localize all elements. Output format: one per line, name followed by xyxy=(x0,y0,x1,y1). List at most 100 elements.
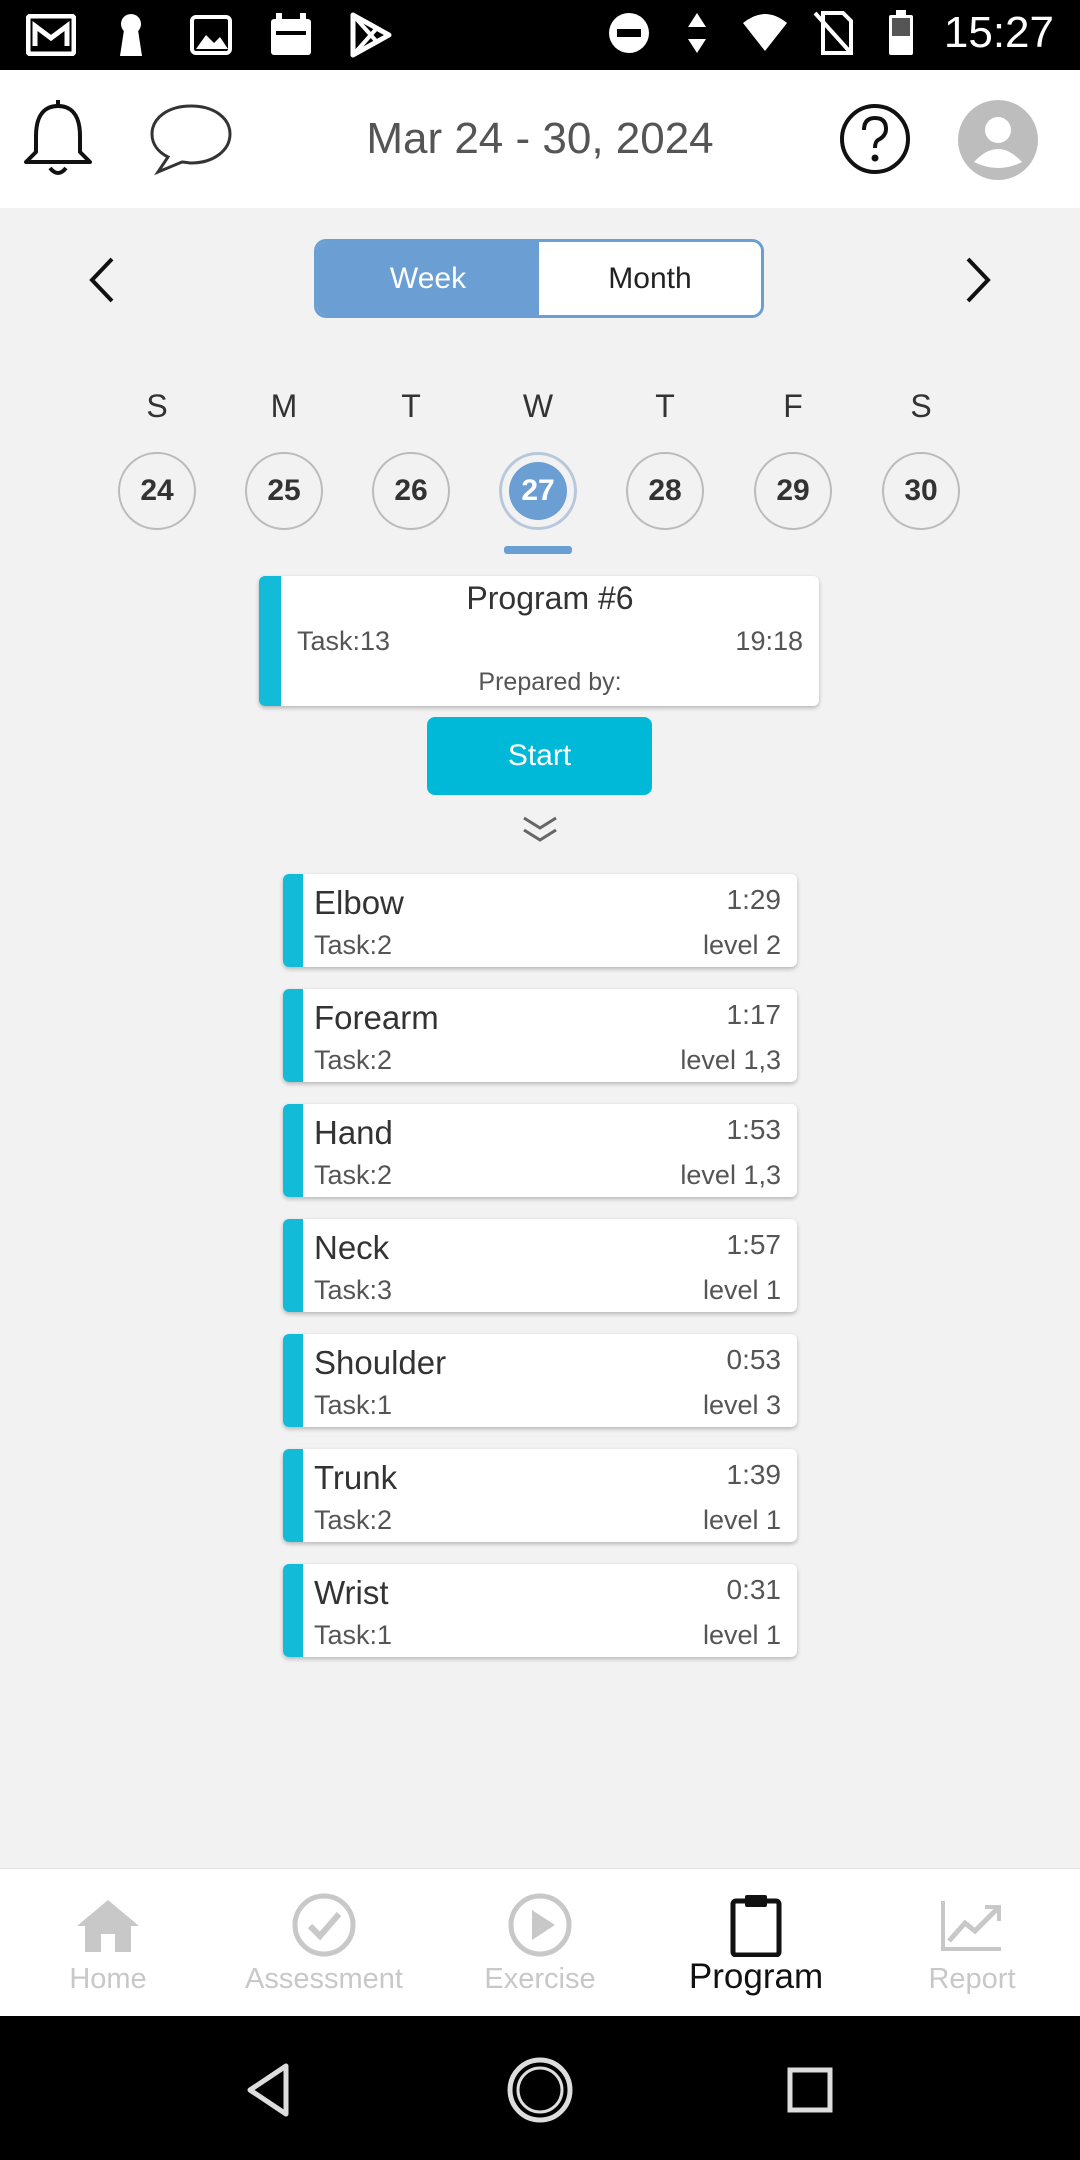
task-stripe xyxy=(283,1104,303,1197)
task-count: Task:1 xyxy=(314,1620,393,1650)
day-button[interactable]: 26 xyxy=(372,452,450,530)
keyhole-icon xyxy=(106,12,156,58)
calendar-icon xyxy=(266,12,316,58)
task-time: 1:29 xyxy=(726,884,782,915)
recents-icon[interactable] xyxy=(774,2054,846,2126)
nav-program[interactable]: Program xyxy=(648,1869,864,2017)
nav-label: Home xyxy=(69,1963,147,1995)
task-name: Forearm xyxy=(314,999,439,1036)
task-item[interactable]: Wrist 0:31 Task:1 level 1 xyxy=(283,1564,797,1657)
task-level: level 1,3 xyxy=(680,1160,781,1190)
program-card[interactable]: Program #6 Task:13 19:18 Prepared by: xyxy=(259,576,819,706)
task-count: Task:1 xyxy=(314,1390,393,1420)
status-right-icons: 15:27 xyxy=(604,8,1054,58)
task-item[interactable]: Hand 1:53 Task:2 level 1,3 xyxy=(283,1104,797,1197)
task-stripe xyxy=(283,1564,303,1657)
task-stripe xyxy=(283,1334,303,1427)
task-count: Task:2 xyxy=(314,930,393,960)
task-name: Wrist xyxy=(314,1574,389,1611)
play-circle-icon xyxy=(432,1891,648,1959)
month-tab[interactable]: Month xyxy=(539,242,761,315)
program-duration: 19:18 xyxy=(735,626,803,656)
nav-assessment[interactable]: Assessment xyxy=(216,1869,432,2017)
task-level: level 1 xyxy=(702,1620,781,1650)
wifi-icon xyxy=(740,10,790,56)
task-name: Elbow xyxy=(314,884,404,921)
task-name: Trunk xyxy=(314,1459,398,1496)
day-letter: S xyxy=(146,388,168,424)
day-button[interactable]: 25 xyxy=(245,452,323,530)
gmail-icon xyxy=(26,12,76,58)
program-card-stripe xyxy=(259,576,281,706)
task-time: 1:53 xyxy=(726,1114,782,1145)
day-button[interactable]: 28 xyxy=(626,452,704,530)
image-icon xyxy=(186,12,236,58)
day-letter: F xyxy=(783,388,803,424)
task-count: Task:2 xyxy=(314,1045,393,1075)
nav-label: Assessment xyxy=(245,1963,403,1995)
day-letter: W xyxy=(522,388,554,424)
avatar-icon[interactable] xyxy=(958,100,1038,180)
program-prepared-by: Prepared by: xyxy=(478,668,622,696)
day-number: 24 xyxy=(140,474,174,507)
program-task-count: Task:13 xyxy=(297,626,391,656)
view-toggle: Week Month xyxy=(314,239,764,318)
program-title: Program #6 xyxy=(466,580,634,616)
app-header: Mar 24 - 30, 2024 xyxy=(0,70,1080,208)
day-letter: T xyxy=(401,388,421,424)
header-title: Mar 24 - 30, 2024 xyxy=(366,114,714,163)
task-item[interactable]: Forearm 1:17 Task:2 level 1,3 xyxy=(283,989,797,1082)
play-store-icon xyxy=(346,12,396,58)
home-icon xyxy=(0,1891,216,1959)
task-name: Hand xyxy=(314,1114,393,1151)
day-number: 26 xyxy=(394,474,428,507)
day-button[interactable]: 30 xyxy=(882,452,960,530)
task-time: 0:31 xyxy=(726,1574,782,1605)
task-item[interactable]: Neck 1:57 Task:3 level 1 xyxy=(283,1219,797,1312)
check-circle-icon xyxy=(216,1891,432,1959)
nav-report[interactable]: Report xyxy=(864,1869,1080,2017)
task-stripe xyxy=(283,989,303,1082)
task-name: Neck xyxy=(314,1229,390,1266)
prev-week-button[interactable] xyxy=(72,245,132,315)
next-week-button[interactable] xyxy=(948,245,1008,315)
task-name: Shoulder xyxy=(314,1344,447,1381)
nav-home[interactable]: Home xyxy=(0,1869,216,2017)
status-time: 15:27 xyxy=(943,8,1054,57)
task-stripe xyxy=(283,874,303,967)
day-number: 25 xyxy=(267,474,301,507)
chevron-left-icon xyxy=(89,257,114,303)
help-icon[interactable] xyxy=(838,102,912,176)
task-count: Task:2 xyxy=(314,1505,393,1535)
task-item[interactable]: Trunk 1:39 Task:2 level 1 xyxy=(283,1449,797,1542)
selected-day-indicator xyxy=(504,546,572,554)
bottom-nav: Home Assessment Exercise Program Report xyxy=(0,1868,1080,2016)
task-level: level 1,3 xyxy=(680,1045,781,1075)
day-number: 28 xyxy=(648,474,682,507)
day-button[interactable]: 24 xyxy=(118,452,196,530)
chevron-right-icon xyxy=(966,257,991,303)
task-item[interactable]: Elbow 1:29 Task:2 level 2 xyxy=(283,874,797,967)
android-nav-bar xyxy=(0,2016,1080,2160)
task-count: Task:3 xyxy=(314,1275,393,1305)
day-button[interactable]: 29 xyxy=(754,452,832,530)
back-icon[interactable] xyxy=(234,2054,306,2126)
task-item[interactable]: Shoulder 0:53 Task:1 level 3 xyxy=(283,1334,797,1427)
status-bar: 15:27 xyxy=(0,0,1080,70)
clipboard-icon xyxy=(648,1891,864,1959)
task-level: level 3 xyxy=(702,1390,781,1420)
day-letter: M xyxy=(270,388,298,424)
home-button-icon[interactable] xyxy=(504,2054,576,2126)
task-time: 1:57 xyxy=(726,1229,782,1260)
day-button-selected[interactable]: 27 xyxy=(499,452,577,530)
task-stripe xyxy=(283,1449,303,1542)
nav-exercise[interactable]: Exercise xyxy=(432,1869,648,2017)
start-button[interactable]: Start xyxy=(427,717,652,795)
dnd-icon xyxy=(604,10,654,56)
status-left-icons xyxy=(26,12,396,58)
week-tab[interactable]: Week xyxy=(317,242,539,315)
expand-chevron-icon[interactable] xyxy=(516,810,564,850)
day-number: 30 xyxy=(904,474,938,507)
day-number: 27 xyxy=(509,462,567,520)
task-count: Task:2 xyxy=(314,1160,393,1190)
